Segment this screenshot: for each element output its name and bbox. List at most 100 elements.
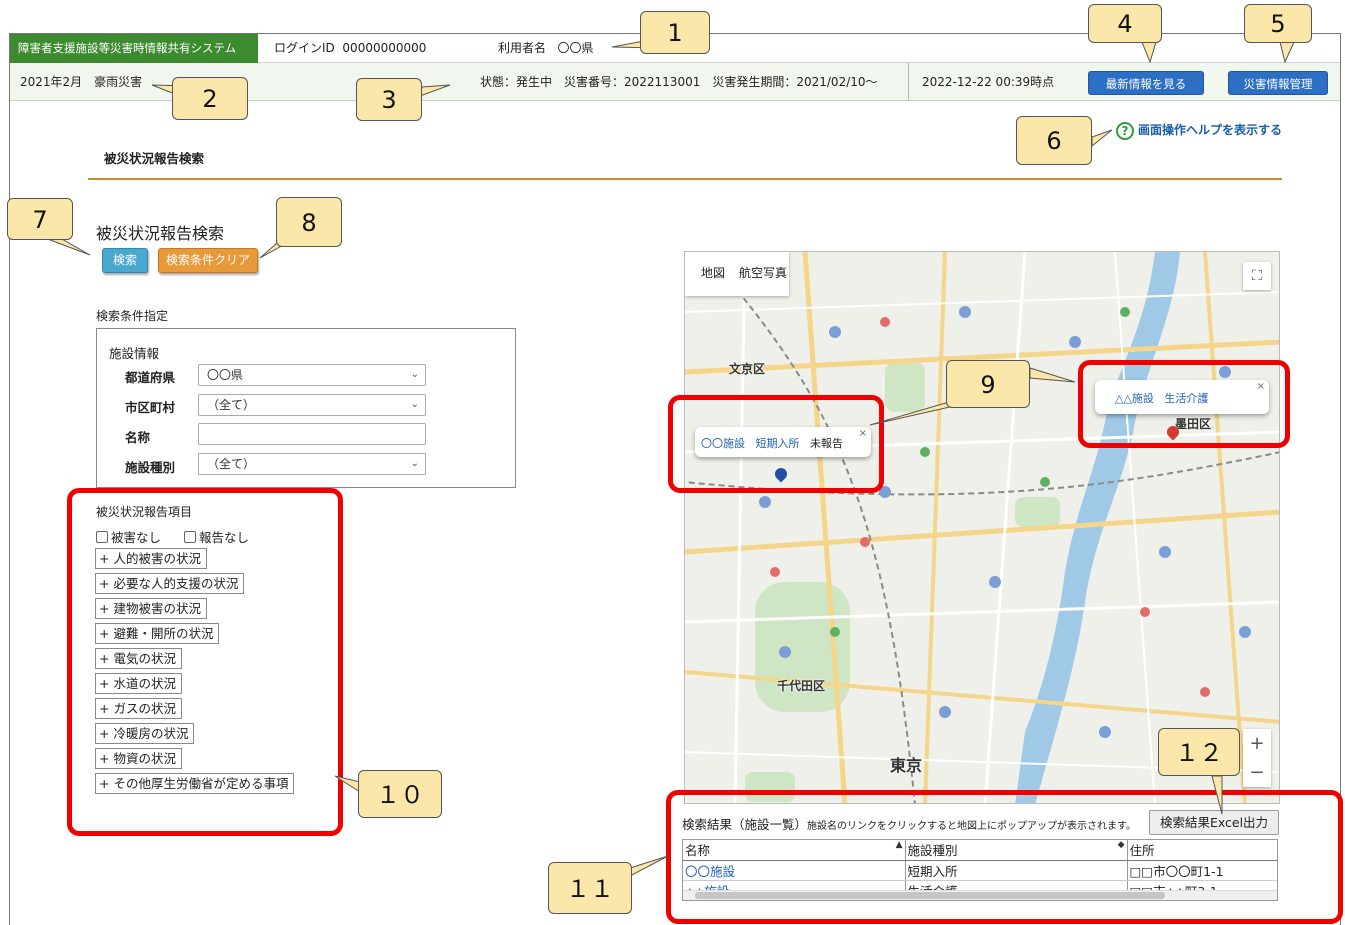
report-items-list: + 人的被害の状況 + 必要な人的支援の状況 + 建物被害の状況 + 避難・開所… bbox=[95, 548, 295, 798]
clear-conditions-button[interactable]: 検索条件クリア bbox=[158, 248, 258, 273]
city-select[interactable]: （全て） ⌄ bbox=[198, 394, 426, 416]
login-id-value: 00000000000 bbox=[342, 41, 427, 55]
column-address-label: 住所 bbox=[1129, 843, 1155, 859]
facility-type-cell: 短期入所 bbox=[905, 860, 1128, 881]
map-popup-facility-1: 〇〇施設 短期入所 未報告 × bbox=[695, 427, 871, 457]
callout-8: 8 bbox=[276, 197, 342, 247]
tab-aerial[interactable]: 航空写真 bbox=[739, 264, 787, 281]
sort-up-icon: ▲ bbox=[895, 840, 903, 851]
callout-11: １１ bbox=[548, 862, 632, 914]
callout-3: 3 bbox=[356, 78, 422, 121]
search-section-title: 被災状況報告検索 bbox=[96, 224, 225, 243]
zoom-controls: + − bbox=[1243, 729, 1271, 787]
popup-facility-2-name[interactable]: △△施設 bbox=[1115, 392, 1154, 405]
expand-evacuation[interactable]: + 避難・開所の状況 bbox=[95, 623, 220, 644]
expand-building-damage[interactable]: + 建物被害の状況 bbox=[95, 598, 207, 619]
horizontal-scrollbar[interactable] bbox=[683, 890, 1277, 900]
popup-facility-1-type[interactable]: 短期入所 bbox=[756, 437, 800, 450]
map-background bbox=[685, 252, 1279, 803]
area-label-chiyoda: 千代田区 bbox=[777, 679, 826, 693]
latest-info-button[interactable]: 最新情報を見る bbox=[1088, 71, 1204, 95]
search-button[interactable]: 検索 bbox=[102, 248, 148, 273]
system-name: 障害者支援施設等災害時情報共有システム bbox=[10, 34, 258, 63]
results-title: 検索結果（施設一覧）施設名のリンクをクリックすると地図上にポップアップが表示され… bbox=[682, 814, 1136, 833]
callout-1: 1 bbox=[640, 11, 710, 54]
zoom-out-icon[interactable]: − bbox=[1243, 758, 1271, 787]
no-damage-label: 被害なし bbox=[111, 530, 162, 545]
callout-7: 7 bbox=[7, 198, 73, 240]
zoom-in-icon[interactable]: + bbox=[1243, 729, 1271, 758]
close-icon[interactable]: × bbox=[1257, 381, 1265, 392]
disaster-status: 状態：発生中 災害番号：2022113001 災害発生期間：2021/02/10… bbox=[480, 75, 878, 89]
facility-type-select[interactable]: （全て） ⌄ bbox=[198, 453, 426, 475]
prefecture-select[interactable]: 〇〇県 ⌄ bbox=[198, 364, 426, 386]
expand-human-damage[interactable]: + 人的被害の状況 bbox=[95, 548, 207, 569]
callout-4: 4 bbox=[1088, 4, 1162, 43]
callout-9: 9 bbox=[946, 360, 1030, 408]
callout-10: １０ bbox=[358, 770, 442, 818]
fullscreen-icon[interactable]: ⛶ bbox=[1243, 262, 1271, 290]
popup-facility-2-type[interactable]: 生活介護 bbox=[1164, 392, 1208, 405]
expand-support-needed[interactable]: + 必要な人的支援の状況 bbox=[95, 573, 245, 594]
name-input[interactable] bbox=[198, 423, 426, 445]
checkbox-icon bbox=[96, 531, 108, 543]
facility-info-label: 施設情報 bbox=[109, 346, 160, 361]
user-info: 利用者名 〇〇県 bbox=[498, 34, 593, 63]
excel-export-button[interactable]: 検索結果Excel出力 bbox=[1149, 810, 1279, 835]
callout-12: １２ bbox=[1158, 728, 1240, 776]
tab-map[interactable]: 地図 bbox=[701, 264, 725, 281]
map-popup-facility-2: △△施設 生活介護 × bbox=[1095, 380, 1269, 414]
city-value: （全て） bbox=[207, 398, 256, 412]
disaster-name: 2021年2月 豪雨災害 bbox=[20, 75, 143, 89]
chevron-down-icon: ⌄ bbox=[410, 399, 419, 410]
results-table: 名称▲ 施設種別◆ 住所 〇〇施設 短期入所 □□市〇〇町1-1 △△施設 生活… bbox=[682, 839, 1278, 901]
facility-map[interactable]: 文京区 千代田区 墨田区 東京 地図 航空写真 ⛶ 〇〇施設 短期入所 未報告 … bbox=[684, 251, 1280, 804]
expand-electricity[interactable]: + 電気の状況 bbox=[95, 648, 182, 669]
no-report-label: 報告なし bbox=[199, 530, 250, 545]
results-note: 施設名のリンクをクリックすると地図上にポップアップが表示されます。 bbox=[807, 821, 1137, 832]
results-title-label: 検索結果（施設一覧） bbox=[682, 817, 808, 832]
update-timestamp: 2022-12-22 00:39時点 bbox=[922, 75, 1055, 89]
disaster-manage-button[interactable]: 災害情報管理 bbox=[1228, 71, 1328, 95]
login-info: ログインID 00000000000 bbox=[274, 34, 426, 63]
area-label-bunkyo: 文京区 bbox=[729, 362, 766, 376]
expand-water[interactable]: + 水道の状況 bbox=[95, 673, 182, 694]
popup-facility-1-status: 未報告 bbox=[810, 437, 843, 450]
checkbox-icon bbox=[184, 531, 196, 543]
city-label: 市区町村 bbox=[125, 400, 176, 415]
map-type-tabs: 地図 航空写真 bbox=[685, 252, 789, 296]
column-header-name[interactable]: 名称 ▲ bbox=[683, 840, 906, 861]
conditions-panel: 施設情報 都道府県 〇〇県 ⌄ 市区町村 （全て） ⌄ 名称 施設種別 （全て）… bbox=[96, 328, 516, 488]
column-type-label: 施設種別 bbox=[907, 843, 958, 859]
column-header-address[interactable]: 住所 bbox=[1127, 840, 1277, 861]
popup-facility-1-name[interactable]: 〇〇施設 bbox=[701, 437, 745, 450]
expand-other[interactable]: + その他厚生労働省が定める事項 bbox=[95, 773, 295, 794]
report-items-title: 被災状況報告項目 bbox=[96, 505, 193, 519]
column-header-type[interactable]: 施設種別 ◆ bbox=[905, 840, 1128, 861]
expand-gas[interactable]: + ガスの状況 bbox=[95, 698, 182, 719]
callout-2: 2 bbox=[172, 77, 248, 120]
conditions-label: 検索条件指定 bbox=[96, 309, 169, 323]
scrollbar-thumb[interactable] bbox=[695, 892, 1165, 899]
help-link[interactable]: ? 画面操作ヘルプを表示する bbox=[1116, 121, 1282, 140]
help-link-label: 画面操作ヘルプを表示する bbox=[1138, 123, 1283, 137]
user-name-value: 〇〇県 bbox=[557, 41, 594, 55]
page-title: 被災状況報告検索 bbox=[104, 151, 205, 166]
callout-5: 5 bbox=[1244, 4, 1312, 43]
close-icon[interactable]: × bbox=[859, 428, 867, 439]
chevron-down-icon: ⌄ bbox=[410, 458, 419, 469]
sort-both-icon: ◆ bbox=[1117, 840, 1125, 851]
title-divider bbox=[88, 178, 1282, 180]
facility-name-link[interactable]: 〇〇施設 bbox=[685, 864, 735, 879]
chevron-down-icon: ⌄ bbox=[410, 369, 419, 380]
divider bbox=[908, 63, 909, 101]
expand-hvac[interactable]: + 冷暖房の状況 bbox=[95, 723, 195, 744]
facility-type-label: 施設種別 bbox=[125, 460, 176, 475]
prefecture-value: 〇〇県 bbox=[207, 368, 244, 382]
question-icon: ? bbox=[1116, 121, 1134, 140]
no-damage-checkbox[interactable]: 被害なし bbox=[96, 527, 161, 546]
no-report-checkbox[interactable]: 報告なし bbox=[184, 527, 249, 546]
table-row: 〇〇施設 短期入所 □□市〇〇町1-1 bbox=[683, 860, 1277, 881]
expand-supplies[interactable]: + 物資の状況 bbox=[95, 748, 182, 769]
facility-type-value: （全て） bbox=[207, 457, 256, 471]
